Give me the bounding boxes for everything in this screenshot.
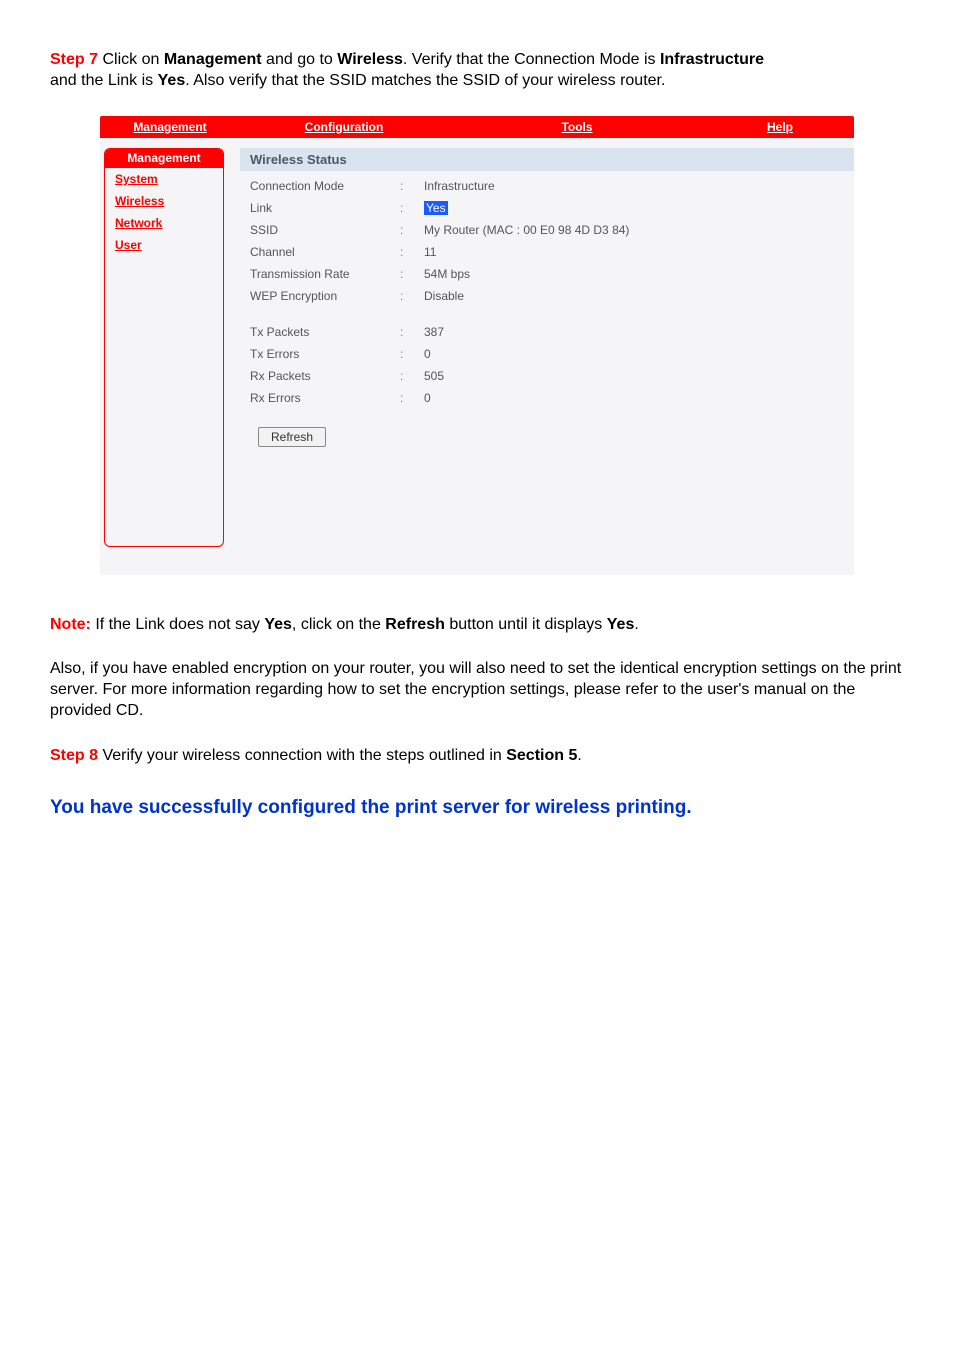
top-navigation: Management Configuration Tools Help [100,116,854,138]
main-panel: Wireless Status Connection Mode : Infras… [240,148,854,447]
colon: : [400,179,424,193]
label-channel: Channel [250,245,400,259]
link-highlight: Yes [424,201,448,215]
label-rx-packets: Rx Packets [250,369,400,383]
value-link: Yes [424,201,448,215]
content-area: Management System Wireless Network User … [100,138,854,575]
step8-label: Step 8 [50,747,98,764]
value-connection-mode: Infrastructure [424,179,495,193]
step7-paragraph: Step 7 Click on Management and go to Wir… [50,50,904,92]
success-message: You have successfully configured the pri… [50,797,904,819]
note-paragraph: Note: If the Link does not say Yes, clic… [50,615,904,636]
row-tx-errors: Tx Errors : 0 [250,343,854,365]
status-table: Connection Mode : Infrastructure Link : … [240,171,854,447]
sidebar-item-network[interactable]: Network [105,212,223,234]
row-link: Link : Yes [250,197,854,219]
sidebar-header: Management [105,149,223,168]
value-tx-errors: 0 [424,347,431,361]
label-rx-errors: Rx Errors [250,391,400,405]
colon: : [400,201,424,215]
sidebar: Management System Wireless Network User [104,148,224,547]
sidebar-item-user[interactable]: User [105,234,223,256]
label-ssid: SSID [250,223,400,237]
row-rx-packets: Rx Packets : 505 [250,365,854,387]
value-tx-packets: 387 [424,325,444,339]
topnav-help[interactable]: Help [706,120,854,134]
row-ssid: SSID : My Router (MAC : 00 E0 98 4D D3 8… [250,219,854,241]
colon: : [400,369,424,383]
colon: : [400,347,424,361]
row-tx-packets: Tx Packets : 387 [250,321,854,343]
colon: : [400,267,424,281]
value-channel: 11 [424,245,436,259]
value-rx-packets: 505 [424,369,444,383]
value-rx-errors: 0 [424,391,431,405]
colon: : [400,289,424,303]
step7-label: Step 7 [50,51,98,68]
colon: : [400,245,424,259]
colon: : [400,391,424,405]
also-paragraph: Also, if you have enabled encryption on … [50,659,904,721]
wireless-status-header: Wireless Status [240,148,854,171]
label-connection-mode: Connection Mode [250,179,400,193]
label-link: Link [250,201,400,215]
row-wep-encryption: WEP Encryption : Disable [250,285,854,307]
topnav-configuration[interactable]: Configuration [240,120,448,134]
topnav-tools[interactable]: Tools [448,120,706,134]
value-wep-encryption: Disable [424,289,464,303]
colon: : [400,223,424,237]
row-rx-errors: Rx Errors : 0 [250,387,854,409]
colon: : [400,325,424,339]
topnav-management[interactable]: Management [100,120,240,134]
sidebar-item-system[interactable]: System [105,168,223,190]
label-wep-encryption: WEP Encryption [250,289,400,303]
refresh-button[interactable]: Refresh [258,427,326,447]
label-tx-packets: Tx Packets [250,325,400,339]
label-tx-errors: Tx Errors [250,347,400,361]
router-admin-screenshot: Management Configuration Tools Help Mana… [100,116,854,575]
sidebar-item-wireless[interactable]: Wireless [105,190,223,212]
value-transmission-rate: 54M bps [424,267,470,281]
document-body: Step 7 Click on Management and go to Wir… [0,0,954,819]
label-transmission-rate: Transmission Rate [250,267,400,281]
step8-paragraph: Step 8 Verify your wireless connection w… [50,746,904,767]
note-label: Note: [50,616,91,633]
row-connection-mode: Connection Mode : Infrastructure [250,175,854,197]
value-ssid: My Router (MAC : 00 E0 98 4D D3 84) [424,223,629,237]
row-channel: Channel : 11 [250,241,854,263]
row-transmission-rate: Transmission Rate : 54M bps [250,263,854,285]
